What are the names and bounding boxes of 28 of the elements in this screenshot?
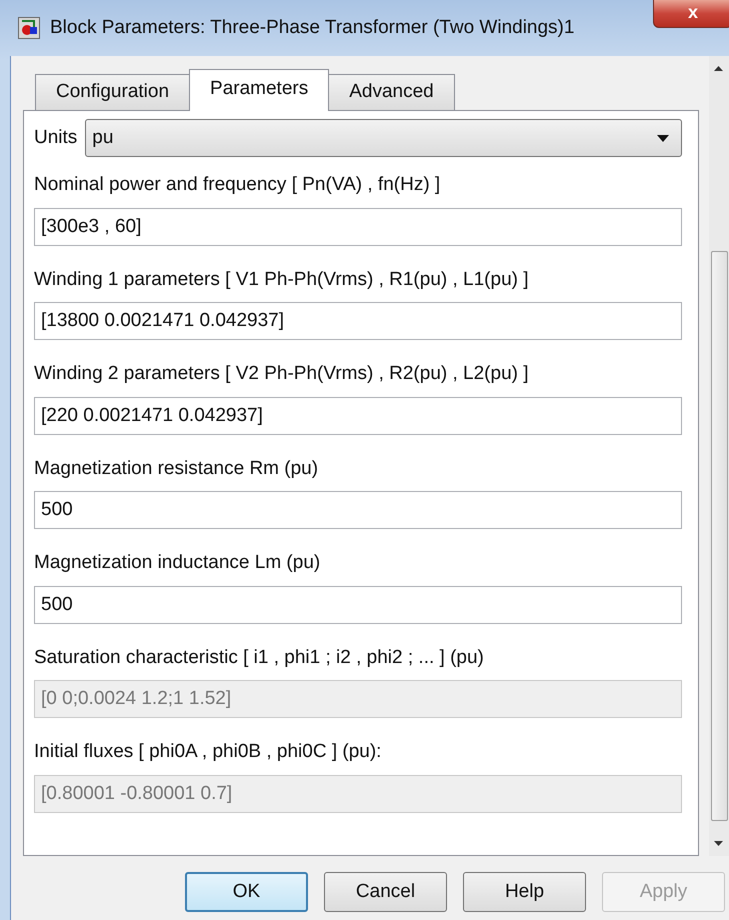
input-field[interactable]: 500 bbox=[34, 491, 682, 529]
window-title: Block Parameters: Three-Phase Transformer (Two Windings)1 bbox=[50, 16, 574, 40]
close-button[interactable]: x bbox=[653, 0, 729, 28]
scroll-up-icon[interactable] bbox=[714, 66, 723, 71]
caret-icon bbox=[657, 134, 669, 142]
tab[interactable]: Advanced bbox=[328, 74, 455, 110]
field-label: Units bbox=[34, 126, 78, 150]
scrollbar[interactable] bbox=[709, 56, 729, 856]
field-label: Initial fluxes [ phi0A , phi0B , phi0C ] (pu): bbox=[34, 740, 382, 764]
tab[interactable]: Parameters bbox=[189, 69, 330, 111]
input-field[interactable]: [300e3 , 60] bbox=[34, 208, 682, 246]
field-label: Winding 1 parameters [ V1 Ph-Ph(Vrms) , R1(pu) , L1(pu) ] bbox=[34, 268, 530, 292]
tab[interactable]: Configuration bbox=[35, 74, 190, 110]
scrollbar-thumb[interactable] bbox=[711, 251, 728, 821]
field-label: Magnetization resistance Rm (pu) bbox=[34, 456, 320, 480]
field-label: Winding 2 parameters [ V2 Ph-Ph(Vrms) , R2(pu) , L2(pu) ] bbox=[34, 362, 530, 386]
dialog-button[interactable]: OK bbox=[185, 872, 308, 912]
scroll-down-icon[interactable] bbox=[714, 841, 723, 846]
block-icon bbox=[18, 17, 40, 39]
input-field[interactable]: 500 bbox=[34, 586, 682, 624]
units-dropdown[interactable]: pu bbox=[85, 119, 682, 157]
input-field[interactable]: [13800 0.0021471 0.042937] bbox=[34, 302, 682, 340]
input-field[interactable]: [220 0.0021471 0.042937] bbox=[34, 396, 682, 434]
field-label: Saturation characteristic [ i1 , phi1 ; i2 , phi2 ; ... ] (pu) bbox=[34, 646, 485, 670]
field-label: Magnetization inductance Lm (pu) bbox=[34, 551, 322, 575]
field-label: Nominal power and frequency [ Pn(VA) , fn(Hz) ] bbox=[34, 173, 442, 197]
dialog-button[interactable]: Help bbox=[463, 872, 586, 912]
dialog-button[interactable]: Cancel bbox=[324, 872, 447, 912]
